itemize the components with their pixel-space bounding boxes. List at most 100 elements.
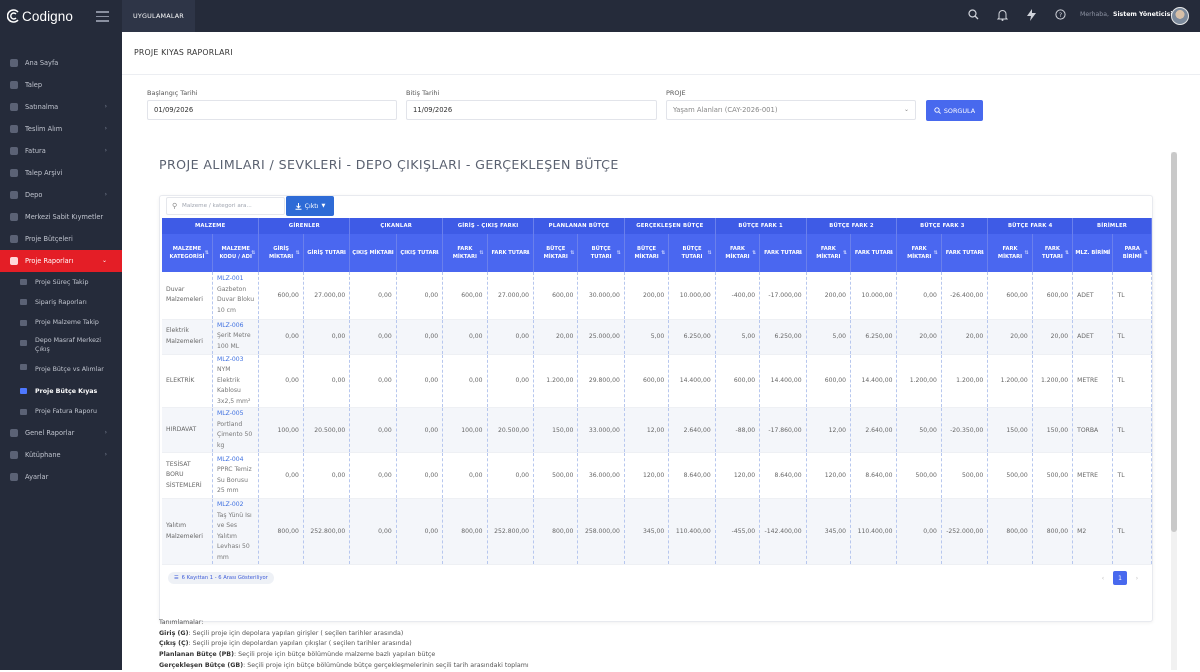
sidebar-item-fatura[interactable]: Fatura › xyxy=(0,140,122,162)
column-header[interactable]: PARA BİRİMİ ⇅ xyxy=(1112,234,1152,272)
user-greeting[interactable]: Merhaba, Sistem Yöneticisi xyxy=(1080,11,1172,18)
project-select[interactable]: Yaşam Alanları (CAY-2026-001) ⌄ xyxy=(666,100,916,120)
value-cell: 800,00 xyxy=(258,498,304,565)
table-row[interactable]: TESİSAT BORU SİSTEMLERİ MLZ-004 PPRC Temiz… xyxy=(162,452,1152,499)
sidebar-item-proje-b-t-eleri[interactable]: Proje Bütçeleri xyxy=(0,228,122,250)
menu-item-icon xyxy=(10,235,18,243)
column-header[interactable]: FARK MİKTARI ⇅ xyxy=(715,234,761,272)
definition-term: Çıkış (Ç) xyxy=(159,640,189,648)
column-header[interactable]: ÇIKIŞ MİKTARI ⇅ xyxy=(349,234,397,272)
unit-cell: METRE xyxy=(1072,452,1114,499)
search-icon xyxy=(934,107,941,114)
table-row[interactable]: HIRDAVAT MLZ-005 Portland Çimento 50 kg 100… xyxy=(162,407,1152,453)
page-1-button[interactable]: 1 xyxy=(1113,571,1127,585)
column-header[interactable]: MALZEME KATEGORİSİ ⇅ xyxy=(162,234,213,272)
column-header[interactable]: GİRİŞ TUTARI ⇅ xyxy=(303,234,351,272)
export-button[interactable]: Çıktı ▼ xyxy=(286,196,334,216)
sidebar-item-teslim-al-m[interactable]: Teslim Alım › xyxy=(0,118,122,140)
unit-cell: ADET xyxy=(1072,272,1114,320)
next-page-button[interactable]: › xyxy=(1130,571,1144,585)
material-code-link[interactable]: MLZ-003 xyxy=(217,355,254,366)
codigno-logo-icon xyxy=(7,9,19,23)
prev-page-button[interactable]: ‹ xyxy=(1096,571,1110,585)
sidebar-item-genel-raporlar[interactable]: Genel Raporlar › xyxy=(0,422,122,444)
column-header[interactable]: BÜTÇE MİKTARI ⇅ xyxy=(533,234,579,272)
material-cell: MLZ-004 PPRC Temiz Su Borusu 25 mm xyxy=(212,452,260,499)
table-row[interactable]: Elektrik Malzemeleri MLZ-006 Şerit Metre 1… xyxy=(162,319,1152,355)
sidebar-item-ana-sayfa[interactable]: Ana Sayfa xyxy=(0,52,122,74)
sidebar-item-proje-raporlar-[interactable]: Proje Raporları ⌄ xyxy=(0,250,122,272)
scrollbar-thumb[interactable] xyxy=(1171,152,1177,532)
sidebar-item-merkezi-sabit-k-ymetler[interactable]: Merkezi Sabit Kıymetler xyxy=(0,206,122,228)
material-code-link[interactable]: MLZ-001 xyxy=(217,274,254,285)
group-header: PLANLANAN BÜTÇE xyxy=(533,218,625,234)
value-cell: 2.640,00 xyxy=(850,407,898,453)
column-header[interactable]: BÜTÇE TUTARI ⇅ xyxy=(577,234,625,272)
column-header[interactable]: FARK TUTARI ⇅ xyxy=(850,234,898,272)
column-header[interactable]: FARK MİKTARI ⇅ xyxy=(442,234,488,272)
material-code-link[interactable]: MLZ-002 xyxy=(217,500,254,511)
divider xyxy=(122,74,1200,75)
table-row[interactable]: ELEKTRİK MLZ-003 NYM Elektrik Kablosu 3x2,… xyxy=(162,354,1152,408)
value-cell: 1.200,00 xyxy=(896,354,942,408)
sidebar-subitem-proje-b-t-e-vs-al-mlar[interactable]: Proje Bütçe vs Alımlar xyxy=(0,357,122,381)
table-search-input[interactable]: ⚲ Malzeme / kategori ara... xyxy=(166,197,285,215)
column-header[interactable]: FARK MİKTARI ⇅ xyxy=(806,234,852,272)
project-label: PROJE xyxy=(666,89,686,97)
column-header[interactable]: FARK TUTARI ⇅ xyxy=(941,234,989,272)
column-header[interactable]: MLZ. BİRİMİ ⇅ xyxy=(1072,234,1114,272)
sidebar-item-talep-ar-ivi[interactable]: Talep Arşivi xyxy=(0,162,122,184)
material-code-link[interactable]: MLZ-004 xyxy=(217,455,254,466)
column-header[interactable]: MALZEME KODU / ADI ⇅ xyxy=(212,234,260,272)
sidebar-item-ayarlar[interactable]: Ayarlar xyxy=(0,466,122,488)
column-header[interactable]: FARK MİKTARI ⇅ xyxy=(987,234,1033,272)
sidebar-subitem-depo-masraf-merkezi-k-[interactable]: Depo Masraf Merkezi Çıkış xyxy=(0,333,122,357)
column-header[interactable]: BÜTÇE MİKTARI ⇅ xyxy=(624,234,670,272)
sidebar-item-talep[interactable]: Talep xyxy=(0,74,122,96)
column-header[interactable]: ÇIKIŞ TUTARI ⇅ xyxy=(396,234,444,272)
value-cell: 0,00 xyxy=(487,354,535,408)
sidebar-subitem-proje-malzeme-takip[interactable]: Proje Malzeme Takip xyxy=(0,313,122,333)
end-date-input[interactable]: 11/09/2026 xyxy=(406,100,657,120)
sidebar-subitem-proje-b-t-e-k-yas[interactable]: Proje Bütçe Kıyas xyxy=(0,381,122,401)
column-header[interactable]: FARK TUTARI ⇅ xyxy=(759,234,807,272)
query-button[interactable]: SORGULA xyxy=(926,100,983,121)
sidebar-subitem-proje-fatura-raporu[interactable]: Proje Fatura Raporu xyxy=(0,402,122,422)
sidebar-subitem-label: Depo Masraf Merkezi Çıkış xyxy=(35,337,102,354)
sidebar-item-depo[interactable]: Depo › xyxy=(0,184,122,206)
apps-tab[interactable]: UYGULAMALAR xyxy=(122,0,195,32)
start-date-input[interactable]: 01/09/2026 xyxy=(147,100,397,120)
value-cell: 2.640,00 xyxy=(668,407,716,453)
table-row[interactable]: Yalıtım Malzemeleri MLZ-002 Taş Yünü Isı v… xyxy=(162,498,1152,565)
help-icon[interactable]: ? xyxy=(1054,9,1067,22)
sidebar-subitem-proje-s-re-takip[interactable]: Proje Süreç Takip xyxy=(0,272,122,292)
table-row[interactable]: Duvar Malzemeleri MLZ-001 Gazbeton Duvar B… xyxy=(162,272,1152,320)
flash-icon[interactable] xyxy=(1025,9,1038,22)
column-header[interactable]: GİRİŞ MİKTARI ⇅ xyxy=(258,234,304,272)
column-header-label: FARK MİKTARI xyxy=(816,246,841,260)
value-cell: 600,00 xyxy=(258,272,304,320)
column-header[interactable]: FARK TUTARI ⇅ xyxy=(1032,234,1074,272)
column-header[interactable]: FARK TUTARI ⇅ xyxy=(487,234,535,272)
value-cell: 20,00 xyxy=(1032,319,1074,355)
value-cell: 252.800,00 xyxy=(303,498,351,565)
value-cell: 0,00 xyxy=(349,354,397,408)
column-header[interactable]: BÜTÇE TUTARI ⇅ xyxy=(668,234,716,272)
value-cell: 500,00 xyxy=(941,452,989,499)
menu-item-icon xyxy=(10,472,18,481)
material-code-link[interactable]: MLZ-006 xyxy=(217,321,254,332)
column-header[interactable]: FARK MİKTARI ⇅ xyxy=(896,234,942,272)
sidebar-subitem-sipari-raporlar-[interactable]: Sipariş Raporları xyxy=(0,292,122,312)
sidebar-item-sat-nalma[interactable]: Satınalma › xyxy=(0,96,122,118)
avatar[interactable] xyxy=(1171,7,1189,25)
sort-icon: ⇅ xyxy=(479,250,484,256)
menu-item-icon xyxy=(10,257,18,265)
material-code-link[interactable]: MLZ-005 xyxy=(217,409,254,420)
sidebar-item-k-t-phane[interactable]: Kütüphane › xyxy=(0,444,122,466)
value-cell: 6.250,00 xyxy=(668,319,716,355)
menu-toggle-icon[interactable] xyxy=(96,11,109,25)
value-cell: 150,00 xyxy=(533,407,579,453)
bell-icon[interactable] xyxy=(996,9,1009,22)
query-button-label: SORGULA xyxy=(943,106,976,115)
search-icon[interactable] xyxy=(967,9,980,22)
